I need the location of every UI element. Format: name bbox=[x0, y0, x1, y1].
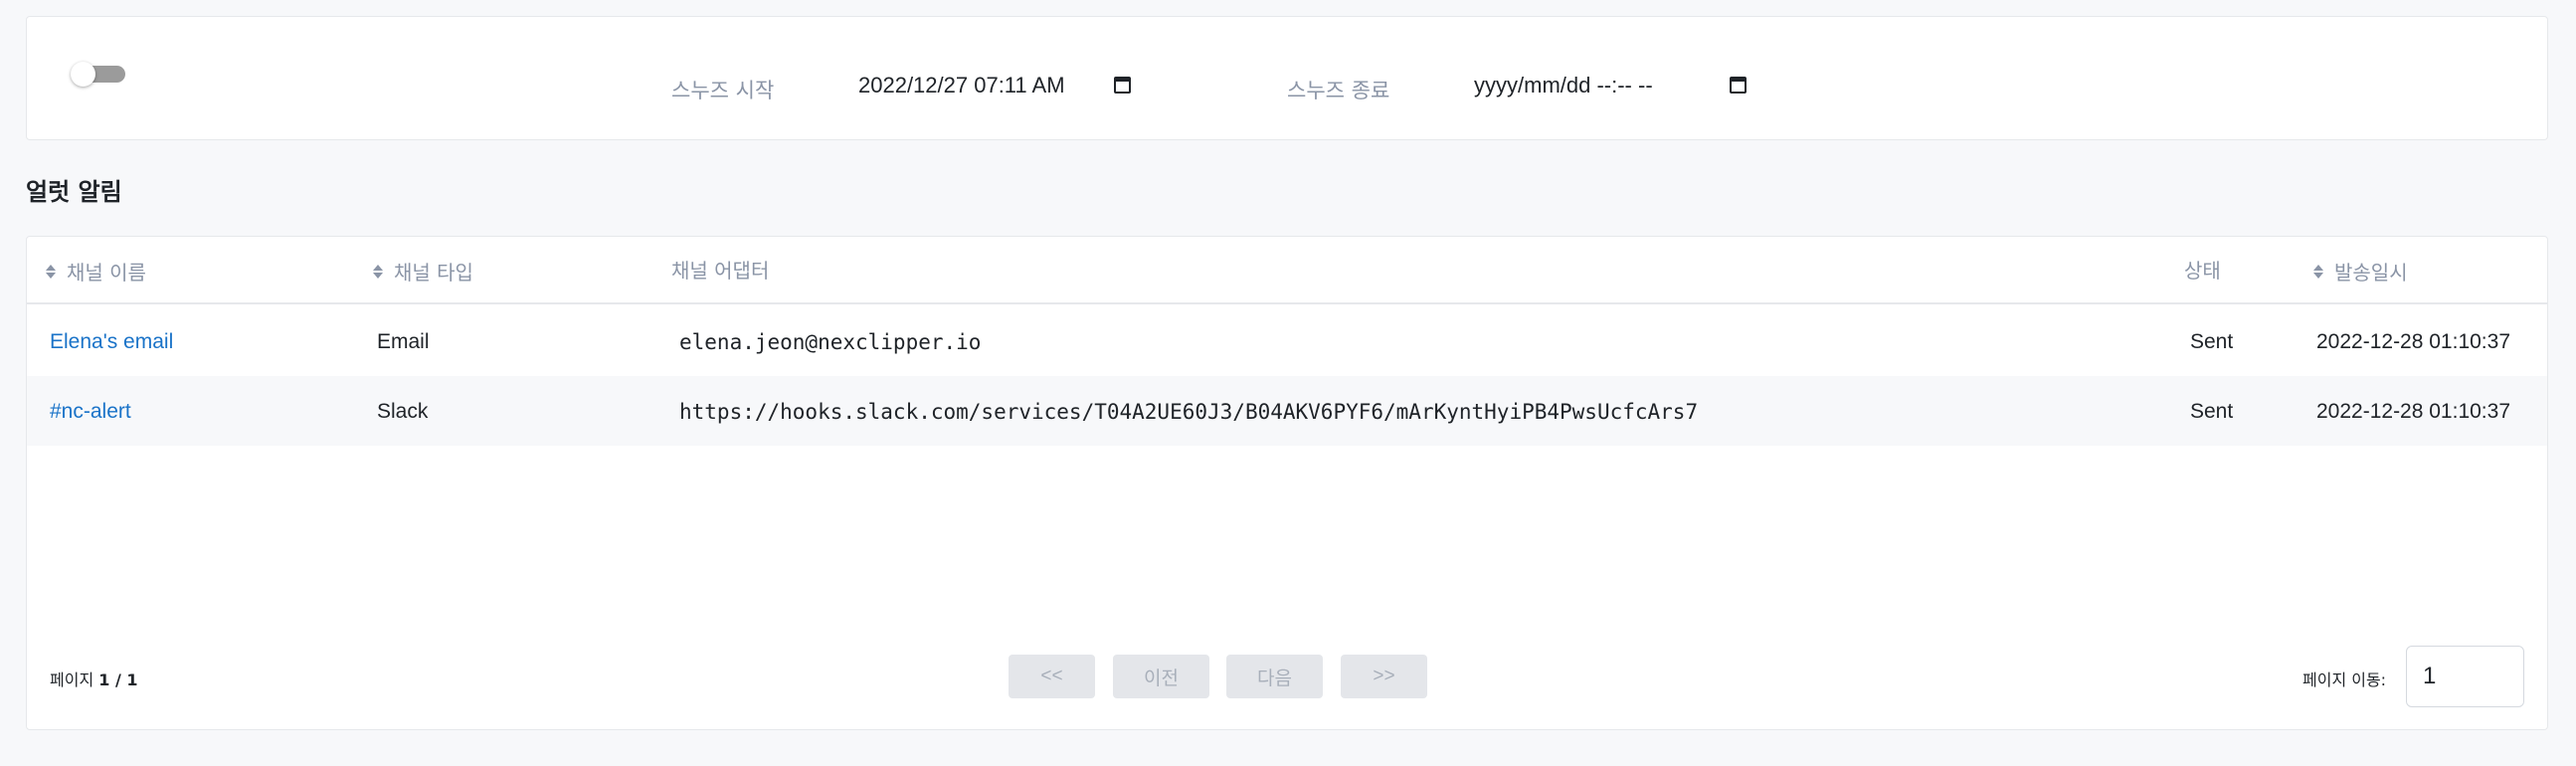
toggle-knob bbox=[71, 62, 95, 87]
calendar-icon[interactable] bbox=[1114, 77, 1131, 94]
status-text: Sent bbox=[2190, 400, 2234, 423]
sent-at: 2022-12-28 01:10:37 bbox=[2316, 330, 2510, 353]
snooze-start-value: 2022/12/27 07:11 AM bbox=[858, 73, 1065, 97]
calendar-icon[interactable] bbox=[1730, 77, 1747, 94]
table-header: 채널 이름 채널 타입 채널 어댑터 상태 발송일시 bbox=[27, 237, 2547, 304]
channel-name-link[interactable]: #nc-alert bbox=[50, 400, 131, 424]
snooze-end-label: 스누즈 종료 bbox=[1287, 79, 1390, 102]
table-row: Elena's email Email elena.jeon@nexclippe… bbox=[27, 306, 2547, 376]
prev-page-button[interactable]: 이전 bbox=[1113, 655, 1209, 698]
header-label: 채널 이름 bbox=[67, 261, 146, 285]
header-status: 상태 bbox=[2184, 255, 2221, 284]
snooze-end-value: yyyy/mm/dd --:-- -- bbox=[1474, 73, 1653, 97]
sent-at: 2022-12-28 01:10:37 bbox=[2316, 400, 2510, 423]
sort-icon bbox=[45, 264, 57, 280]
header-label: 채널 어댑터 bbox=[671, 259, 770, 283]
header-channel-type[interactable]: 채널 타입 bbox=[372, 257, 473, 286]
page-value: 1 / 1 bbox=[98, 670, 138, 689]
channel-type: Slack bbox=[377, 400, 429, 423]
first-page-button[interactable]: << bbox=[1009, 655, 1095, 698]
channel-type: Email bbox=[377, 330, 430, 353]
header-label: 발송일시 bbox=[2334, 261, 2408, 285]
snooze-start-label: 스누즈 시작 bbox=[671, 79, 775, 102]
header-channel-adapter: 채널 어댑터 bbox=[671, 255, 769, 284]
header-label: 상태 bbox=[2184, 259, 2221, 283]
snooze-toggle[interactable] bbox=[71, 62, 125, 87]
sort-icon bbox=[372, 264, 384, 280]
last-page-button[interactable]: >> bbox=[1341, 655, 1427, 698]
page-label: 페이지 bbox=[50, 670, 99, 689]
header-label: 채널 타입 bbox=[394, 261, 473, 285]
channel-adapter: elena.jeon@nexclipper.io bbox=[679, 330, 982, 354]
channel-adapter: https://hooks.slack.com/services/T04A2UE… bbox=[679, 400, 1699, 424]
snooze-card: 스누즈 시작 2022/12/27 07:11 AM 스누즈 종료 yyyy/m… bbox=[26, 16, 2548, 140]
page-indicator: 페이지 1 / 1 bbox=[50, 667, 138, 690]
next-page-button[interactable]: 다음 bbox=[1226, 655, 1323, 698]
header-sent-at[interactable]: 발송일시 bbox=[2312, 257, 2408, 286]
status-text: Sent bbox=[2190, 330, 2234, 353]
goto-page-label: 페이지 이동: bbox=[2302, 670, 2387, 689]
sort-icon bbox=[2312, 264, 2324, 280]
section-title: 얼럿 알림 bbox=[26, 178, 122, 206]
table-row: #nc-alert Slack https://hooks.slack.com/… bbox=[27, 376, 2547, 446]
alert-table: 채널 이름 채널 타입 채널 어댑터 상태 발송일시 Elena's email… bbox=[26, 236, 2548, 730]
goto-page-input[interactable] bbox=[2406, 646, 2524, 707]
header-channel-name[interactable]: 채널 이름 bbox=[45, 257, 146, 286]
channel-name-link[interactable]: Elena's email bbox=[50, 330, 173, 354]
